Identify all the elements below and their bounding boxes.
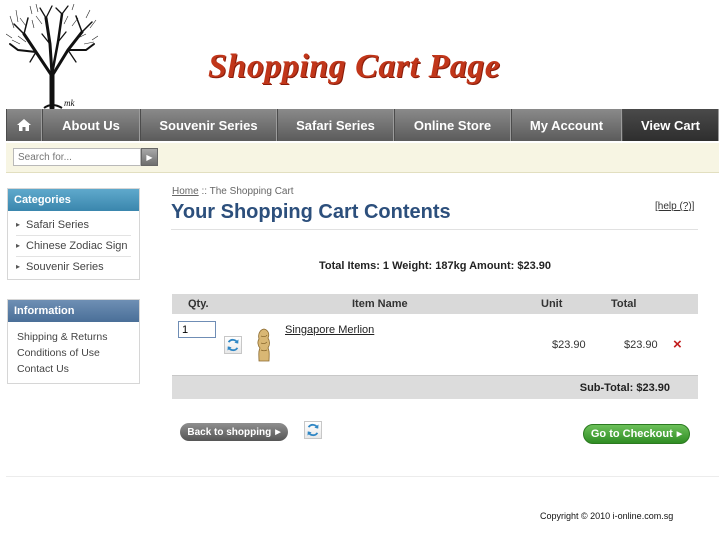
column-qty: Qty. (188, 298, 209, 310)
categories-box: Categories ▸ Safari Series ▸ Chinese Zodia… (7, 188, 140, 280)
nav-souvenir-series[interactable]: Souvenir Series (140, 109, 277, 141)
nav-online-store[interactable]: Online Store (394, 109, 511, 141)
subtotal-bar: Sub-Total: $23.90 (172, 375, 698, 399)
unit-price: $23.90 (552, 339, 586, 351)
info-link-contact[interactable]: Contact Us (17, 361, 130, 377)
cart-table-header: Qty. Item Name Unit Total (172, 294, 698, 314)
search-submit-button[interactable]: ▶ (141, 148, 158, 166)
back-to-shopping-button[interactable]: Back to shopping ▶ (180, 423, 288, 441)
go-to-checkout-button[interactable]: Go to Checkout ▶ (583, 424, 690, 444)
arrow-right-icon: ▶ (275, 429, 281, 436)
line-total: $23.90 (624, 339, 658, 351)
subtotal-value: Sub-Total: $23.90 (579, 382, 670, 394)
refresh-icon (227, 338, 239, 352)
arrow-right-icon: ▶ (676, 431, 683, 438)
cart-summary: Total Items: 1 Weight: 187kg Amount: $23… (318, 260, 552, 272)
page-title: Your Shopping Cart Contents (171, 201, 451, 223)
remove-item-icon[interactable]: × (673, 336, 682, 353)
merlion-product-image[interactable] (255, 328, 273, 362)
cart-item-name-link[interactable]: Singapore Merlion (285, 324, 374, 336)
category-label: Souvenir Series (26, 261, 104, 273)
category-label: Safari Series (26, 219, 89, 231)
refresh-icon (307, 423, 319, 437)
home-icon (17, 119, 31, 131)
nav-safari-series[interactable]: Safari Series (277, 109, 394, 141)
tree-logo[interactable]: mk (6, 4, 98, 110)
update-cart-button[interactable] (304, 421, 322, 439)
information-heading: Information (8, 300, 139, 322)
copyright-text: Copyright © 2010 i-online.com.sg (540, 511, 674, 521)
main-nav: About Us Souvenir Series Safari Series O… (6, 109, 719, 141)
nav-my-account[interactable]: My Account (511, 109, 622, 141)
info-link-conditions[interactable]: Conditions of Use (17, 345, 130, 361)
nav-view-cart[interactable]: View Cart (622, 109, 719, 141)
information-box: Information Shipping & Returns Condition… (7, 299, 140, 384)
category-item[interactable]: ▸ Chinese Zodiac Sign (16, 236, 131, 257)
breadcrumb-separator: :: (201, 186, 208, 197)
nav-about-us[interactable]: About Us (42, 109, 140, 141)
page: mk Shopping Cart Page About Us Souvenir … (0, 0, 720, 540)
update-quantity-button[interactable] (224, 336, 242, 354)
help-link[interactable]: [help (?)] (655, 201, 694, 212)
quantity-input[interactable] (178, 321, 216, 338)
svg-text:mk: mk (64, 98, 75, 108)
column-total: Total (611, 298, 637, 310)
back-to-shopping-label: Back to shopping (187, 426, 272, 438)
category-item[interactable]: ▸ Souvenir Series (16, 257, 131, 277)
category-item[interactable]: ▸ Safari Series (16, 215, 131, 236)
checkout-label: Go to Checkout (590, 428, 673, 440)
banner-title: Shopping Cart Page (208, 48, 501, 85)
column-item-name: Item Name (352, 298, 408, 310)
triangle-right-icon: ▸ (16, 220, 21, 229)
breadcrumb-current: The Shopping Cart (209, 186, 294, 197)
triangle-right-icon: ▸ (16, 262, 21, 271)
home-nav-button[interactable] (6, 109, 42, 141)
search-input[interactable] (13, 148, 141, 166)
category-label: Chinese Zodiac Sign (26, 240, 128, 252)
title-divider (171, 229, 698, 230)
search-bar: ▶ (6, 143, 719, 173)
triangle-right-icon: ▸ (16, 241, 21, 250)
info-link-shipping[interactable]: Shipping & Returns (17, 329, 130, 345)
footer-divider (6, 476, 719, 477)
column-unit: Unit (541, 298, 563, 310)
arrow-right-icon: ▶ (146, 152, 153, 162)
categories-heading: Categories (8, 189, 139, 211)
breadcrumb: Home :: The Shopping Cart (172, 186, 294, 197)
breadcrumb-home-link[interactable]: Home (172, 186, 199, 197)
